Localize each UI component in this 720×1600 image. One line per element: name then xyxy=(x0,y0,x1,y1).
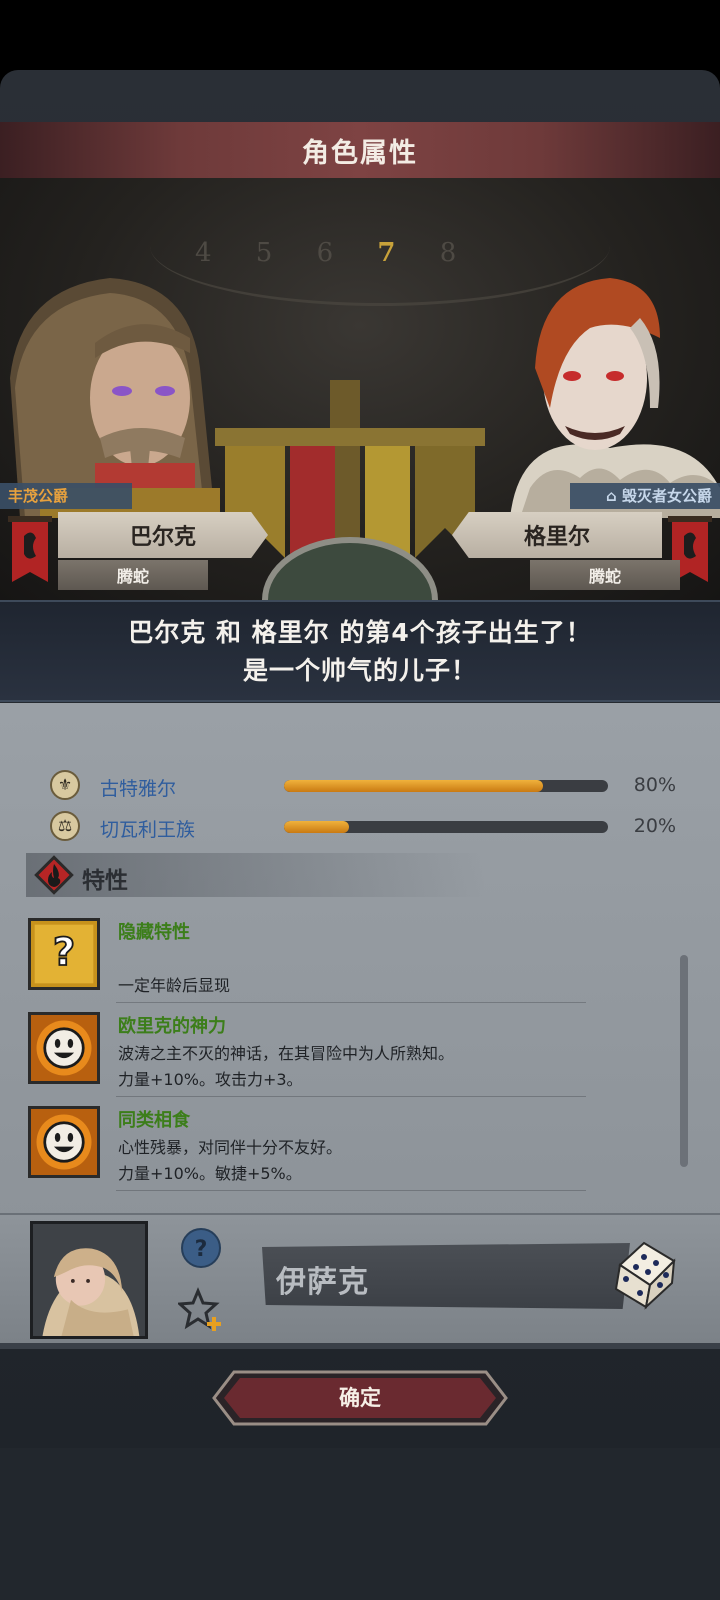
faction-row: ⚜ 古特雅尔 80% xyxy=(0,768,720,804)
faction-name: 古特雅尔 xyxy=(100,778,177,800)
father-name-plate[interactable]: 巴尔克 xyxy=(58,512,268,558)
add-favorite-icon[interactable] xyxy=(178,1287,224,1333)
dice-icon[interactable] xyxy=(606,1235,682,1311)
confirm-label: 确定 xyxy=(339,1386,381,1410)
mother-name-plate[interactable]: 格里尔 xyxy=(452,512,662,558)
title-bar: 角色属性 xyxy=(0,122,720,178)
faction-progress-fill xyxy=(284,821,349,833)
trait-description: 波涛之主不灭的神话，在其冒险中为人所熟知。 xyxy=(118,1044,455,1063)
smiley-face-icon xyxy=(28,1012,100,1084)
father-faction: 腾蛇 xyxy=(58,560,208,590)
faction-progress-bar xyxy=(284,780,608,792)
dialog-title: 角色属性 xyxy=(302,137,418,169)
faction-row: ⚖ 切瓦利王族 20% xyxy=(0,809,720,845)
question-mark-icon: ? xyxy=(28,918,100,990)
father-title: 丰茂公爵 xyxy=(0,483,132,509)
mother-portrait xyxy=(510,278,720,518)
crown-icon: ⌂ xyxy=(606,487,617,505)
announcement-line-1: 巴尔克 和 格里尔 的第4个孩子出生了！ xyxy=(128,618,592,647)
faction-progress-bar xyxy=(284,821,608,833)
child-name-input[interactable]: 伊萨克 xyxy=(262,1243,630,1309)
smiley-face-icon xyxy=(28,1106,100,1178)
trait-name: 同类相食 xyxy=(118,1110,190,1131)
birth-announcement: 巴尔克 和 格里尔 的第4个孩子出生了！ 是一个帅气的儿子！ xyxy=(0,600,720,702)
traits-scrollbar[interactable] xyxy=(680,955,688,1167)
trait-item[interactable]: 同类相食 心性残暴，对同伴十分不友好。 力量+10%。敏捷+5%。 xyxy=(28,1106,668,1198)
svg-text:?: ? xyxy=(195,1237,208,1262)
family-banner-emblem xyxy=(215,380,485,600)
trait-item[interactable]: 欧里克的神力 波涛之主不灭的神话，在其冒险中为人所熟知。 力量+10%。攻击力+… xyxy=(28,1012,668,1104)
trait-description: 一定年龄后显现 xyxy=(118,976,231,995)
background-bottom xyxy=(0,1448,720,1600)
trait-name: 隐藏特性 xyxy=(118,922,190,943)
announcement-line-2: 是一个帅气的儿子！ xyxy=(242,656,477,685)
faction-progress-fill xyxy=(284,780,544,792)
trait-description: 力量+10%。敏捷+5%。 xyxy=(118,1164,302,1183)
mother-faction: 腾蛇 xyxy=(530,560,680,590)
father-name: 巴尔克 xyxy=(129,525,196,550)
svg-text:?: ? xyxy=(53,930,75,975)
panel-divider xyxy=(0,1343,720,1349)
mother-name: 格里尔 xyxy=(523,525,590,550)
trait-description: 力量+10%。攻击力+3。 xyxy=(118,1070,303,1089)
divider xyxy=(116,1002,586,1003)
confirm-button[interactable]: 确定 xyxy=(212,1370,508,1426)
scales-icon: ⚖ xyxy=(50,811,80,841)
divider xyxy=(116,1096,586,1097)
mother-title: ⌂ 毁灭者女公爵 xyxy=(570,483,720,509)
faction-percent: 20% xyxy=(633,815,676,837)
help-icon[interactable]: ? xyxy=(180,1227,222,1269)
father-house-banner xyxy=(8,516,52,582)
trait-description: 心性残暴，对同伴十分不友好。 xyxy=(118,1138,343,1157)
traits-section-title: 特性 xyxy=(82,868,128,894)
child-naming-panel: ? 伊萨克 xyxy=(0,1213,720,1343)
faction-emblem-icon: ⚜ xyxy=(50,770,80,800)
trait-item[interactable]: ? 隐藏特性 一定年龄后显现 xyxy=(28,918,668,1010)
traits-section-header: 特性 xyxy=(26,853,486,897)
baby-portrait xyxy=(30,1221,148,1339)
fire-icon xyxy=(34,855,74,895)
child-name-value: 伊萨克 xyxy=(276,1265,369,1300)
faction-percent: 80% xyxy=(633,774,676,796)
trait-name: 欧里克的神力 xyxy=(118,1016,226,1037)
faction-name: 切瓦利王族 xyxy=(100,819,196,841)
divider xyxy=(116,1190,586,1191)
